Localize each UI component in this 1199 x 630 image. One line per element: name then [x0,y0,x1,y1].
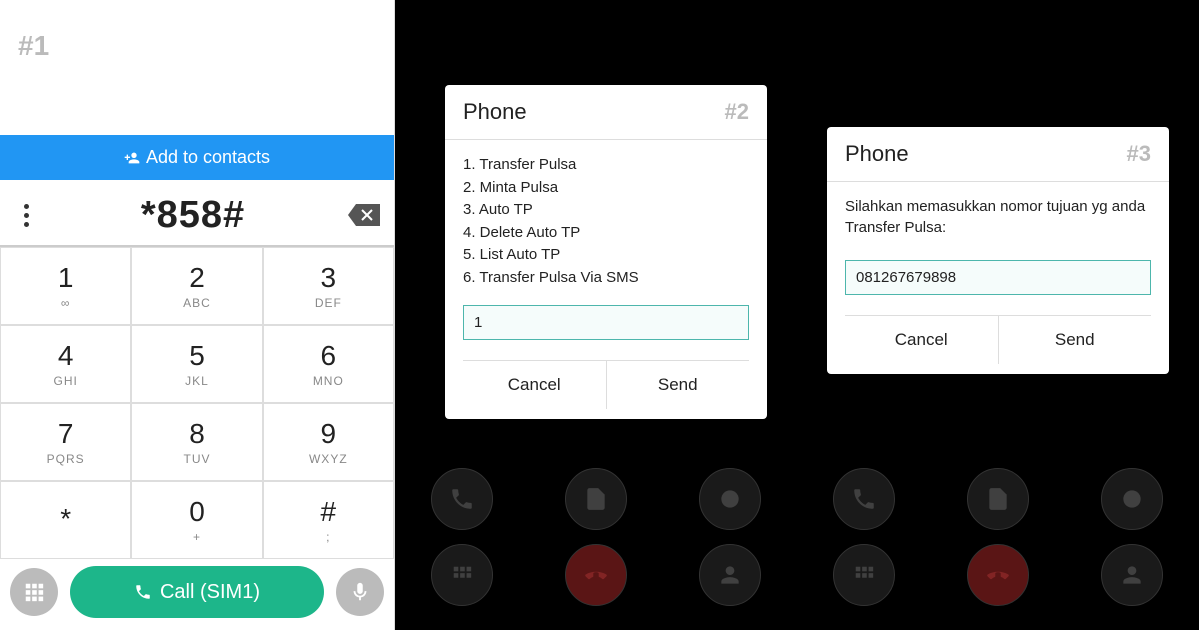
step-label-1: #1 [18,30,49,62]
phone-icon [134,583,152,601]
ussd-menu-screen: Phone #2 1. Transfer Pulsa 2. Minta Puls… [395,0,797,630]
bg-add-call-icon [431,468,493,530]
menu-item: 3. Auto TP [463,199,749,222]
ussd-dialog-menu: Phone #2 1. Transfer Pulsa 2. Minta Puls… [445,85,767,419]
send-button[interactable]: Send [607,361,750,409]
menu-item: 2. Minta Pulsa [463,177,749,200]
bg-contact-icon [699,544,761,606]
cancel-button[interactable]: Cancel [463,361,607,409]
ussd-prompt: Silahkan memasukkan nomor tujuan yg anda… [845,196,1151,238]
grid-icon [23,581,45,603]
key-2[interactable]: 2ABC [131,247,262,325]
dialog-title: Phone [463,99,527,125]
phone-number-input[interactable] [845,260,1151,295]
bg-add-call-icon [833,468,895,530]
key-6[interactable]: 6MNO [263,325,394,403]
bg-note-icon [565,468,627,530]
dialed-number: *858# [40,194,346,237]
bg-contact-icon [1101,544,1163,606]
menu-item: 1. Transfer Pulsa [463,154,749,177]
menu-item: 5. List Auto TP [463,244,749,267]
call-button[interactable]: Call (SIM1) [70,566,324,618]
key-3[interactable]: 3DEF [263,247,394,325]
backspace-button[interactable] [346,202,382,228]
ussd-input-screen: Phone #3 Silahkan memasukkan nomor tujua… [797,0,1199,630]
bg-note-icon [967,468,1029,530]
bg-hangup-icon [565,544,627,606]
background-dialer-partial [395,468,797,620]
add-to-contacts-button[interactable]: Add to contacts [0,135,394,180]
bg-keypad-icon [431,544,493,606]
bg-record-icon [699,468,761,530]
step-label-3: #3 [1127,141,1151,167]
dialer-screen: #1 Add to contacts *858# 1∞ 2ABC 3DEF 4G… [0,0,395,630]
ussd-input[interactable] [463,305,749,340]
dialog-title: Phone [845,141,909,167]
voice-button[interactable] [336,568,384,616]
step-label-2: #2 [725,99,749,125]
add-contacts-label: Add to contacts [146,147,270,168]
backspace-icon [346,202,382,228]
number-display-row: *858# [0,185,394,247]
background-dialer-partial [797,468,1199,620]
key-star[interactable]: * [0,481,131,559]
ussd-menu-list: 1. Transfer Pulsa 2. Minta Pulsa 3. Auto… [463,154,749,289]
key-7[interactable]: 7PQRS [0,403,131,481]
keypad: 1∞ 2ABC 3DEF 4GHI 5JKL 6MNO 7PQRS 8TUV 9… [0,247,394,559]
key-0[interactable]: 0+ [131,481,262,559]
key-9[interactable]: 9WXYZ [263,403,394,481]
person-add-icon [124,150,140,166]
kebab-menu-icon[interactable] [12,204,40,227]
key-8[interactable]: 8TUV [131,403,262,481]
bg-keypad-icon [833,544,895,606]
key-4[interactable]: 4GHI [0,325,131,403]
mic-icon [349,581,371,603]
cancel-button[interactable]: Cancel [845,316,999,364]
menu-item: 4. Delete Auto TP [463,222,749,245]
key-1[interactable]: 1∞ [0,247,131,325]
bg-record-icon [1101,468,1163,530]
keypad-toggle-button[interactable] [10,568,58,616]
menu-item: 6. Transfer Pulsa Via SMS [463,267,749,290]
bottom-actions: Call (SIM1) [0,566,394,618]
call-label: Call (SIM1) [160,581,260,604]
bg-hangup-icon [967,544,1029,606]
send-button[interactable]: Send [999,316,1152,364]
key-5[interactable]: 5JKL [131,325,262,403]
ussd-dialog-input: Phone #3 Silahkan memasukkan nomor tujua… [827,127,1169,374]
key-hash[interactable]: #; [263,481,394,559]
